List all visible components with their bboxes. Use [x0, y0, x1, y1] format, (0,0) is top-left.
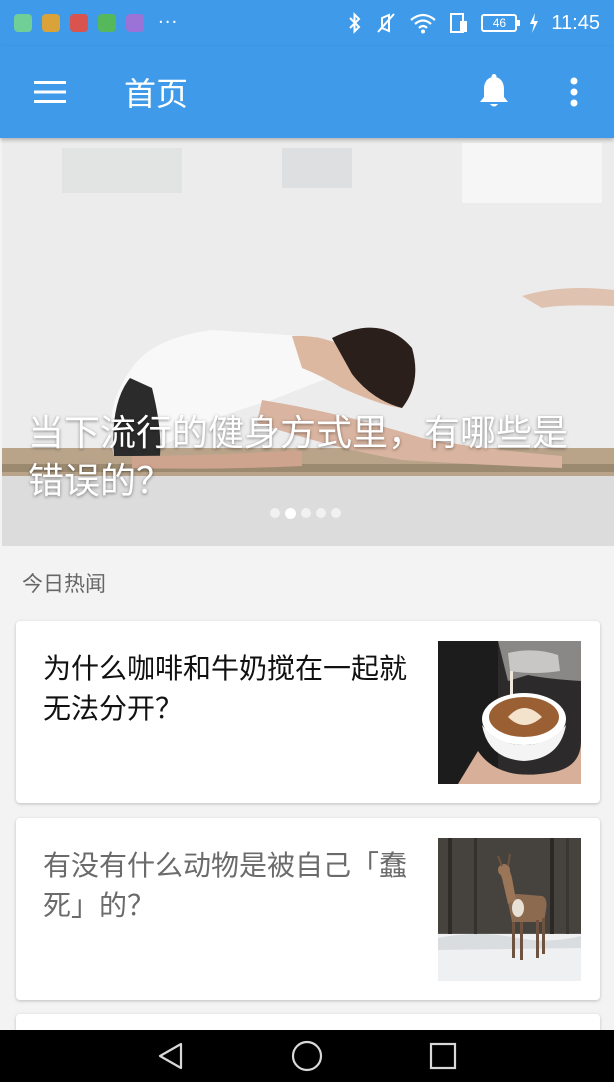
news-title: 为什么咖啡和牛奶搅在一起就无法分开？ — [43, 652, 408, 725]
carousel-indicator — [270, 507, 341, 519]
more-vert-icon — [570, 77, 578, 107]
blocked-app-icon — [70, 14, 88, 32]
charging-icon — [530, 13, 539, 33]
bell-icon — [480, 74, 508, 107]
news-title: 有没有什么动物是被自己「蠢死」的？ — [43, 849, 408, 922]
menu-button[interactable] — [0, 46, 100, 138]
bluetooth-icon — [349, 12, 361, 34]
more-notifications-indicator: ··· — [158, 12, 179, 33]
page-title: 首页 — [124, 75, 189, 113]
carousel-dot[interactable] — [270, 508, 280, 518]
carousel-dot[interactable] — [331, 508, 341, 518]
carousel-dot[interactable] — [301, 508, 311, 518]
app-toolbar: 首页 — [0, 46, 614, 138]
system-nav-bar — [0, 1030, 614, 1082]
clock: 11:45 — [551, 11, 600, 34]
wifi-icon — [410, 13, 437, 34]
usb-app-icon — [126, 14, 144, 32]
section-header: 今日热闻 — [22, 572, 106, 596]
battery-icon: 46 — [481, 14, 521, 32]
system-status: 46 11:45 — [347, 12, 600, 35]
carousel-dot-active[interactable] — [285, 507, 296, 519]
news-card[interactable]: 为什么咖啡和牛奶搅在一起就无法分开？ — [16, 621, 600, 803]
lock-app-icon — [42, 14, 60, 32]
recents-square-icon — [429, 1042, 457, 1070]
notification-icons: ··· — [14, 14, 178, 32]
home-button[interactable] — [287, 1036, 327, 1076]
sim-card-icon — [450, 13, 468, 33]
featured-banner[interactable]: 当下流行的健身方式里，有哪些是错误的？ — [2, 138, 614, 546]
news-card[interactable]: 有没有什么动物是被自己「蠢死」的？ — [16, 818, 600, 1000]
status-bar: ··· 46 11:45 — [0, 0, 614, 46]
vibrate-mute-icon — [377, 13, 396, 33]
back-button[interactable] — [151, 1036, 191, 1076]
android-debug-icon — [14, 14, 32, 32]
home-circle-icon — [291, 1040, 323, 1072]
carousel-dot[interactable] — [316, 508, 326, 518]
banner-title: 当下流行的健身方式里，有哪些是错误的？ — [28, 413, 569, 502]
back-triangle-icon — [158, 1042, 183, 1070]
notifications-button[interactable] — [454, 46, 534, 138]
hamburger-menu-icon — [34, 81, 66, 103]
deer-in-snow-image — [438, 838, 581, 981]
coffee-latte-art-image — [438, 641, 581, 784]
overflow-menu-button[interactable] — [534, 46, 614, 138]
shield-app-icon — [98, 14, 116, 32]
recents-button[interactable] — [423, 1036, 463, 1076]
